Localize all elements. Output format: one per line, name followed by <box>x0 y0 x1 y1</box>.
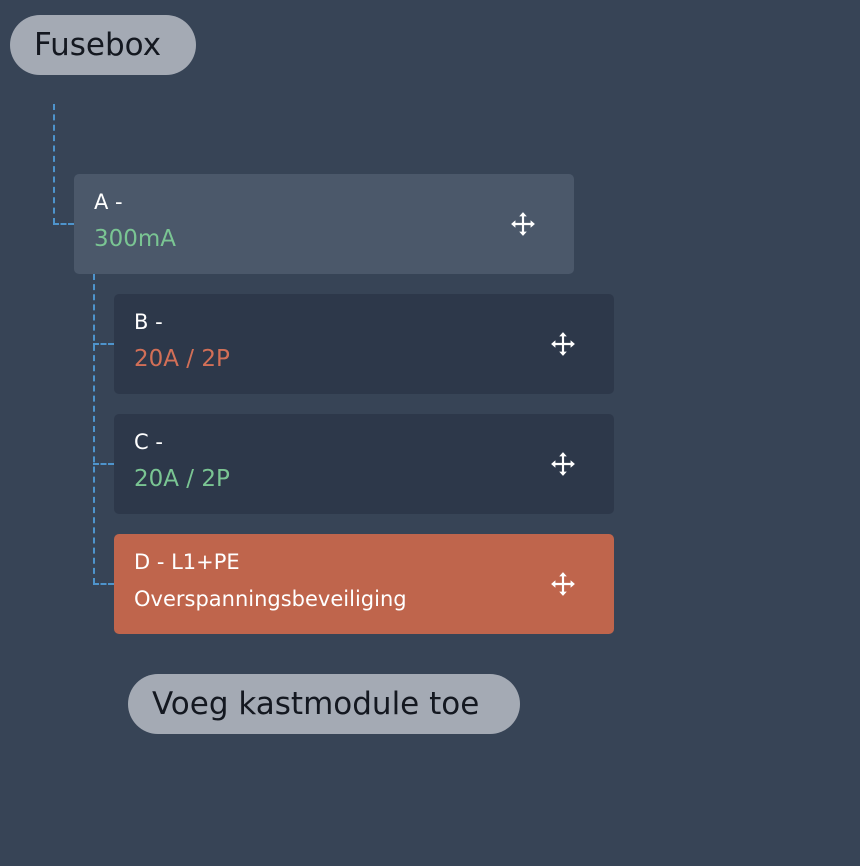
module-subtitle: Overspanningsbeveiliging <box>134 587 407 611</box>
module-card-d[interactable]: D - L1+PE Overspanningsbeveiliging <box>114 534 614 634</box>
module-title: C - <box>134 430 163 454</box>
connector-a-to-c <box>93 463 114 465</box>
connector-a-to-d <box>93 583 114 585</box>
module-card-c[interactable]: C - 20A / 2P <box>114 414 614 514</box>
move-arrows-icon[interactable] <box>550 571 576 597</box>
connector-a-vertical <box>93 274 95 584</box>
module-card-a[interactable]: A - 300mA <box>74 174 574 274</box>
connector-root-vertical <box>53 104 55 224</box>
move-arrows-icon[interactable] <box>550 331 576 357</box>
add-module-label: Voeg kastmodule toe <box>152 686 480 722</box>
add-module-button[interactable]: Voeg kastmodule toe <box>128 674 520 734</box>
fusebox-root-node[interactable]: Fusebox <box>10 15 196 75</box>
module-subtitle: 300mA <box>94 226 177 252</box>
module-subtitle: 20A / 2P <box>134 346 230 372</box>
module-title: B - <box>134 310 163 334</box>
module-subtitle: 20A / 2P <box>134 466 230 492</box>
module-title: A - <box>94 190 123 214</box>
module-card-b[interactable]: B - 20A / 2P <box>114 294 614 394</box>
fusebox-tree: Fusebox A - 300mA B - 20A / 2P C - 20A /… <box>0 0 860 866</box>
move-arrows-icon[interactable] <box>510 211 536 237</box>
module-title: D - L1+PE <box>134 550 240 574</box>
move-arrows-icon[interactable] <box>550 451 576 477</box>
connector-a-to-b <box>93 343 114 345</box>
connector-root-to-a <box>53 223 74 225</box>
fusebox-root-label: Fusebox <box>34 27 162 63</box>
